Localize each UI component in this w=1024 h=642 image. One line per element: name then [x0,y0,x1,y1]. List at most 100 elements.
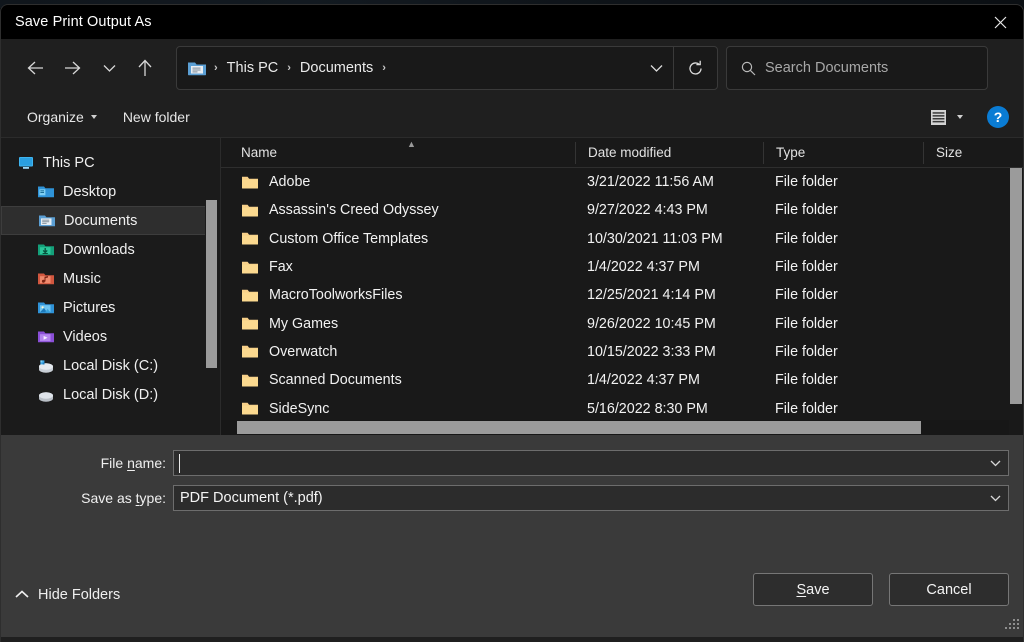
cell-date-modified: 9/26/2022 10:45 PM [587,315,716,332]
table-row[interactable]: My Games 9/26/2022 10:45 PM File folder [221,309,1023,337]
file-name-input[interactable] [173,450,1009,476]
folder-icon [241,175,259,190]
file-list-pane: Name ▲ Date modified Type Size Adobe 3/21… [221,138,1023,435]
sidebar-item-downloads[interactable]: Downloads [1,235,220,264]
file-name-text: My Games [269,315,339,332]
resize-grip-dot [1017,619,1019,621]
table-row[interactable]: Scanned Documents 1/4/2022 4:37 PM File fo… [221,366,1023,394]
local-disk-c-icon [37,358,55,374]
cell-type: File folder [775,372,838,389]
sidebar-item-label: Pictures [63,299,116,316]
breadcrumb-item-documents[interactable]: Documents [296,58,377,78]
column-header-type[interactable]: Type [763,141,923,164]
address-chevron-down-icon[interactable] [639,47,673,89]
navigation-bar: › This PC › Documents › [1,39,1023,97]
resize-grip-icon[interactable] [1005,619,1019,633]
file-name-chevron-down-icon[interactable] [982,451,1008,475]
command-bar-right-group: ? [926,106,1009,128]
file-list-horizontal-scrollbar-thumb[interactable] [237,421,921,434]
close-icon[interactable] [977,5,1023,39]
resize-grip-dot [1017,623,1019,625]
search-box[interactable] [726,46,988,90]
sidebar-item-label: Local Disk (C:) [63,357,159,374]
table-row[interactable]: Overwatch 10/15/2022 3:33 PM File folder [221,338,1023,366]
cell-name: MacroToolworksFiles [221,287,575,303]
column-header-date-modified[interactable]: Date modified [575,141,763,164]
sidebar-item-local-disk-d[interactable]: Local Disk (D:) [1,380,220,409]
cell-name: Adobe [221,174,575,190]
file-list-horizontal-scrollbar[interactable] [221,420,1009,435]
cancel-button[interactable]: Cancel [889,573,1009,606]
breadcrumb-separator[interactable]: › [377,62,391,74]
save-as-type-value: PDF Document (*.pdf) [180,490,323,506]
file-name-text: Assassin's Creed Odyssey [269,202,439,219]
local-disk-d-icon [37,387,55,403]
address-bar[interactable]: › This PC › Documents › [176,46,718,90]
sidebar-item-pictures[interactable]: Pictures [1,293,220,322]
help-icon[interactable]: ? [987,106,1009,128]
breadcrumb-separator: › [287,62,291,74]
music-icon [37,271,55,287]
sidebar-item-documents[interactable]: Documents [1,206,207,235]
save-button[interactable]: Save [753,573,873,606]
table-row[interactable]: SideSync 5/16/2022 8:30 PM File folder [221,394,1023,422]
file-list-vertical-scrollbar[interactable] [1009,168,1023,435]
refresh-icon[interactable] [673,47,717,89]
caret-down-icon [90,115,97,119]
sidebar-item-local-disk-c[interactable]: Local Disk (C:) [1,351,220,380]
cell-type: File folder [775,174,838,191]
arrow-up-icon[interactable] [128,51,162,85]
save-as-type-label: Save as type: [1,490,173,506]
arrow-left-icon[interactable] [18,51,52,85]
view-caret-down-icon[interactable] [954,115,971,119]
sidebar-item-this-pc[interactable]: This PC [1,148,220,177]
cell-type: File folder [775,343,838,360]
table-row[interactable]: Fax 1/4/2022 4:37 PM File folder [221,253,1023,281]
table-row[interactable]: MacroToolworksFiles 12/25/2021 4:14 PM Fil… [221,281,1023,309]
file-name-text: Scanned Documents [269,372,402,389]
sidebar-item-label: Local Disk (D:) [63,386,159,403]
cell-name: Fax [221,259,575,275]
breadcrumb-separator: › [214,62,218,74]
breadcrumb-item-this-pc[interactable]: This PC [223,58,283,78]
save-as-type-select[interactable]: PDF Document (*.pdf) [173,485,1009,511]
search-icon [741,61,756,76]
save-as-type-label-pre: Save as [81,490,136,506]
list-view-icon[interactable] [926,106,950,128]
file-list-vertical-scrollbar-thumb[interactable] [1010,168,1022,404]
sidebar-item-music[interactable]: Music [1,264,220,293]
cell-name: Custom Office Templates [221,231,575,247]
file-rows: Adobe 3/21/2022 11:56 AM File folder Assass… [221,168,1023,423]
text-caret [179,454,180,473]
column-header-name[interactable]: Name ▲ [221,139,575,164]
table-row[interactable]: Adobe 3/21/2022 11:56 AM File folder [221,168,1023,196]
folder-icon [241,316,259,331]
sidebar-scrollbar[interactable] [205,138,218,435]
table-row[interactable]: Custom Office Templates 10/30/2021 11:03 … [221,225,1023,253]
this-pc-icon [17,155,35,171]
cell-date-modified: 3/21/2022 11:56 AM [587,174,714,191]
sidebar-list: This PC Desktop Documents Downloads Music Pic… [1,138,220,409]
new-folder-button[interactable]: New folder [115,104,198,130]
sidebar-item-videos[interactable]: Videos [1,322,220,351]
hide-folders-button[interactable]: Hide Folders [15,587,120,603]
file-name-label-pre: File [100,455,128,471]
organize-button[interactable]: Organize [19,104,105,130]
cancel-button-label: Cancel [926,581,972,598]
save-print-output-dialog: Save Print Output As › This PC › Documen… [0,4,1024,642]
file-name-text: Fax [269,259,293,276]
breadcrumb[interactable]: › This PC › Documents › [177,58,639,78]
videos-icon [37,329,55,345]
table-row[interactable]: Assassin's Creed Odyssey 9/27/2022 4:43 P… [221,196,1023,224]
sidebar-scrollbar-thumb[interactable] [206,200,217,368]
column-header-size[interactable]: Size [923,141,993,164]
recent-locations-chevron-down-icon[interactable] [94,51,124,85]
search-input[interactable] [765,60,955,76]
file-name-text: Custom Office Templates [269,230,429,247]
sidebar-item-desktop[interactable]: Desktop [1,177,220,206]
save-form: File name: Save as type: PDF Document (*… [1,435,1023,553]
arrow-right-icon[interactable] [56,51,90,85]
navigation-sidebar: This PC Desktop Documents Downloads Music Pic… [1,138,221,435]
save-as-type-chevron-down-icon[interactable] [982,486,1008,510]
caret-down-icon [957,115,963,119]
